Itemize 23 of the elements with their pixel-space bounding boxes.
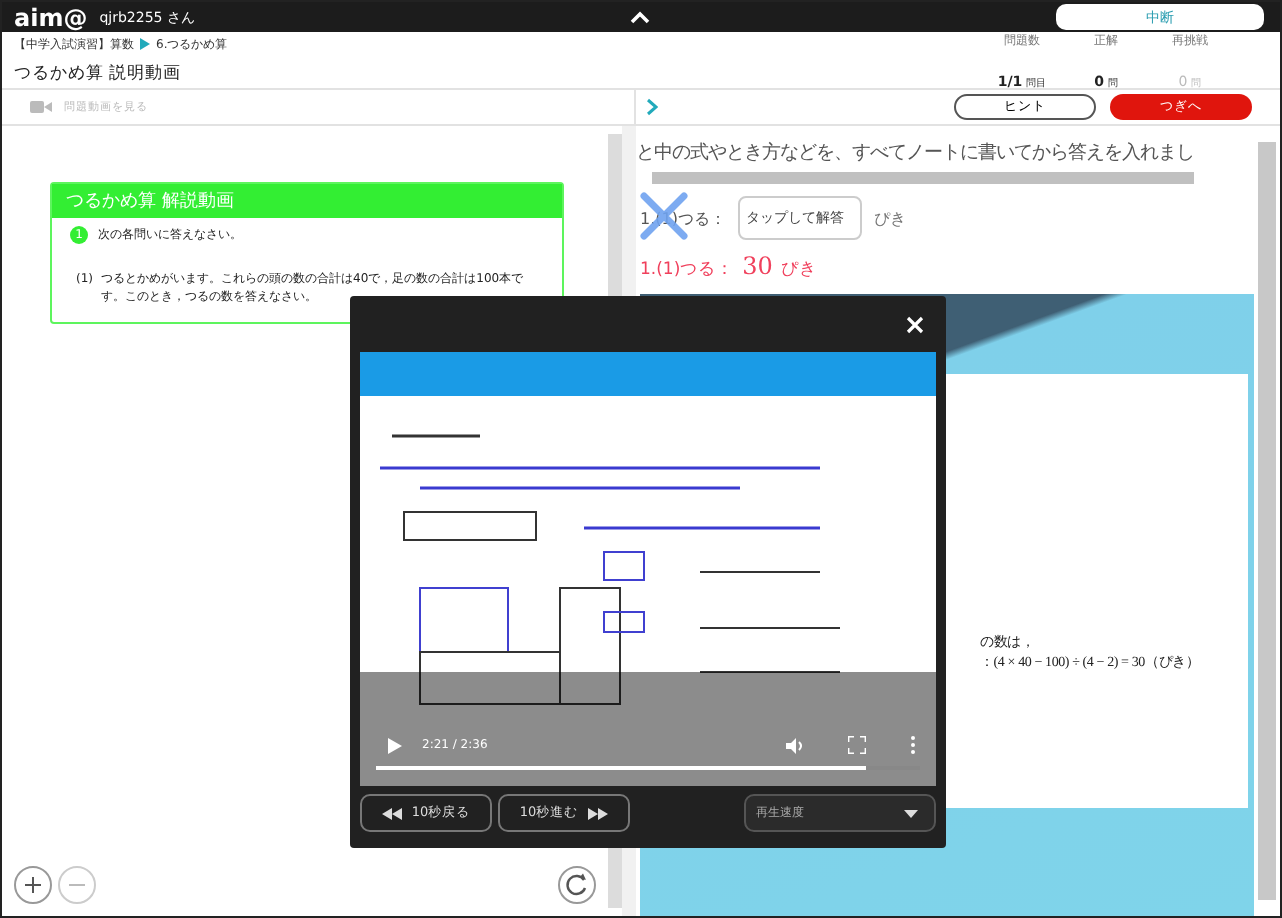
chevron-right-icon[interactable] xyxy=(646,98,658,116)
close-icon[interactable] xyxy=(906,315,924,333)
more-icon[interactable] xyxy=(910,736,916,754)
unit-label: ぴき xyxy=(873,207,906,229)
logo: aim@ xyxy=(14,3,88,31)
play-icon[interactable] xyxy=(388,737,402,753)
rewind-icon xyxy=(381,807,402,819)
scrollbar[interactable] xyxy=(1258,142,1276,900)
unit-label: ぴき xyxy=(780,258,817,282)
card-title: つるかめ算 解説動画 xyxy=(52,184,562,218)
page-title: つるかめ算 説明動画 xyxy=(14,61,184,85)
scrollbar[interactable] xyxy=(652,172,1194,184)
fast-forward-icon xyxy=(588,807,609,819)
zoom-in-button[interactable] xyxy=(14,866,52,904)
instruction-text: と中の式やとき方などを、すべてノートに書いてから答えを入れまし xyxy=(636,140,1196,166)
caret-right-icon xyxy=(140,38,150,50)
correct-answer-label: 1.(1)つる： xyxy=(640,258,735,282)
fullscreen-icon[interactable] xyxy=(848,736,866,754)
volume-icon[interactable] xyxy=(786,737,804,753)
video-camera-icon xyxy=(30,100,52,114)
chevron-up-icon[interactable] xyxy=(629,10,649,24)
correct-answer-value: 30 xyxy=(742,252,773,280)
rotate-button[interactable] xyxy=(558,866,596,904)
